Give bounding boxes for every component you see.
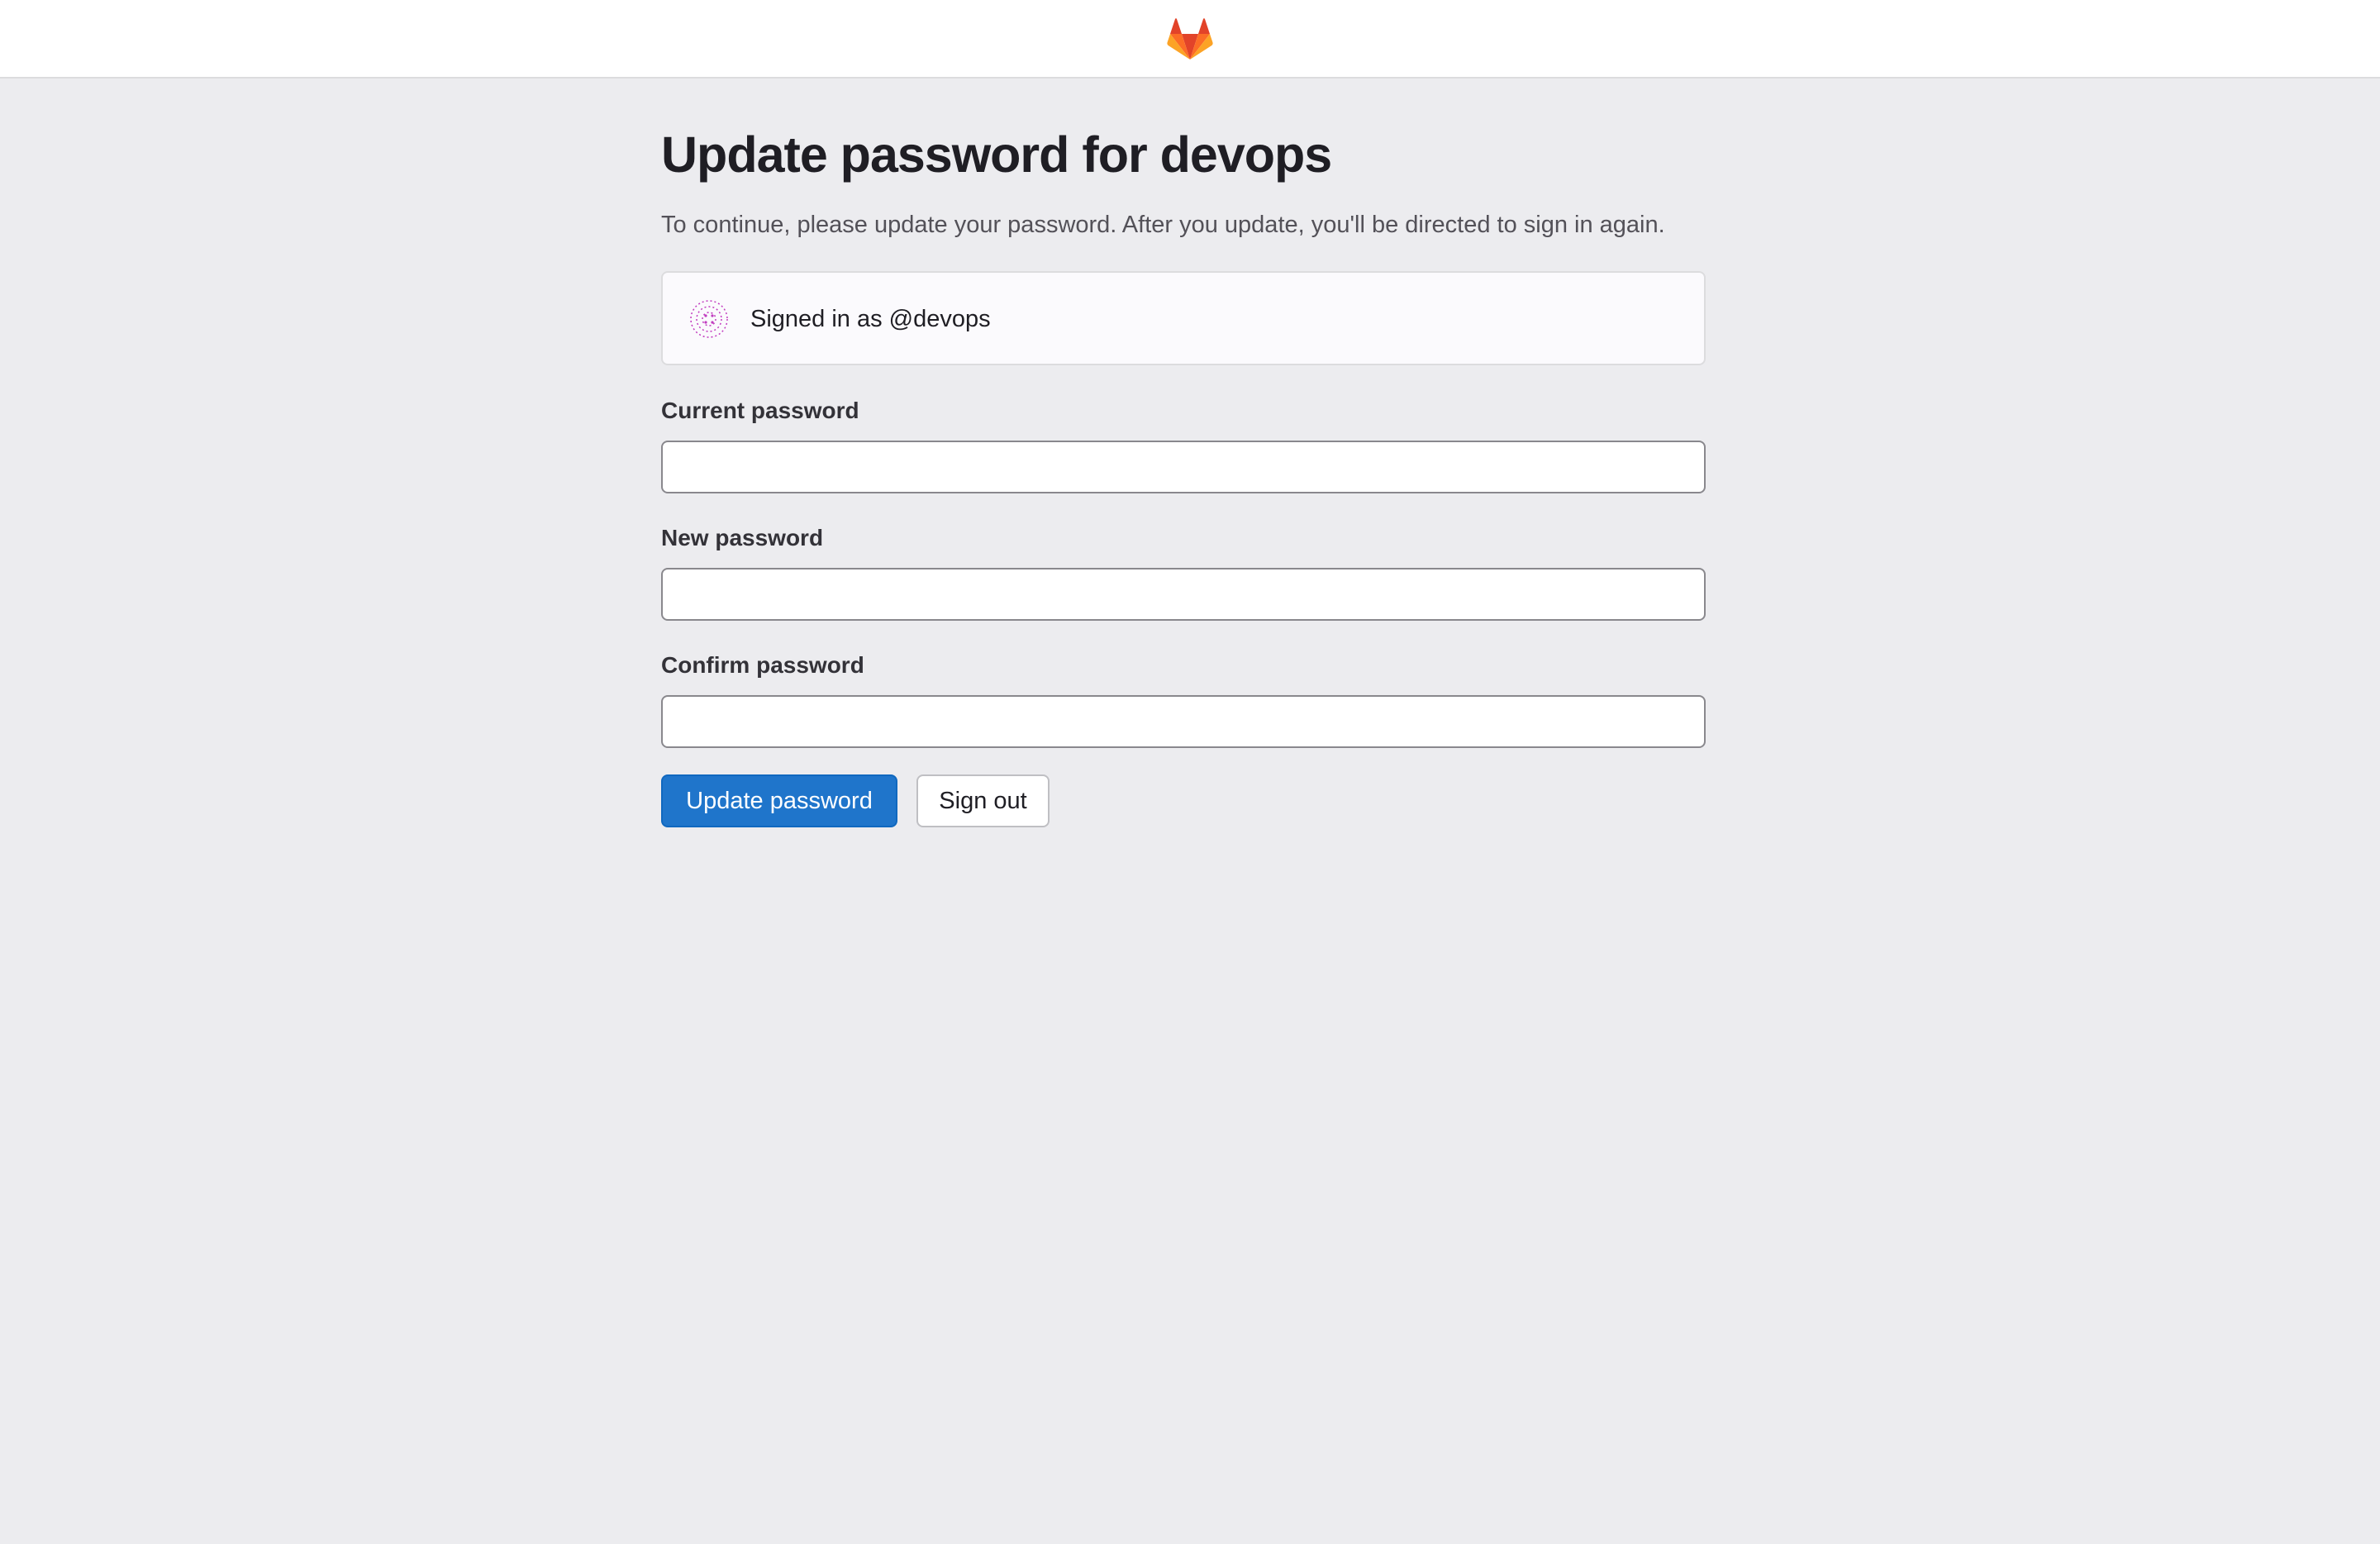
update-password-button[interactable]: Update password xyxy=(661,774,897,827)
current-password-field[interactable] xyxy=(661,441,1706,493)
new-password-label: New password xyxy=(661,525,824,550)
page-title: Update password for devops xyxy=(661,126,1332,183)
current-password-label: Current password xyxy=(661,398,859,423)
sign-out-button[interactable]: Sign out xyxy=(916,774,1050,827)
confirm-password-label: Confirm password xyxy=(661,652,864,678)
signed-in-text: Signed in as @devops xyxy=(750,306,991,332)
new-password-field[interactable] xyxy=(661,568,1706,621)
avatar-icon xyxy=(689,299,729,339)
signed-in-panel: Signed in as @devops xyxy=(661,271,1706,365)
top-header xyxy=(0,0,2380,79)
gitlab-logo-icon[interactable] xyxy=(1167,18,1213,61)
intro-text: To continue, please update your password… xyxy=(661,212,1665,238)
confirm-password-field[interactable] xyxy=(661,695,1706,748)
